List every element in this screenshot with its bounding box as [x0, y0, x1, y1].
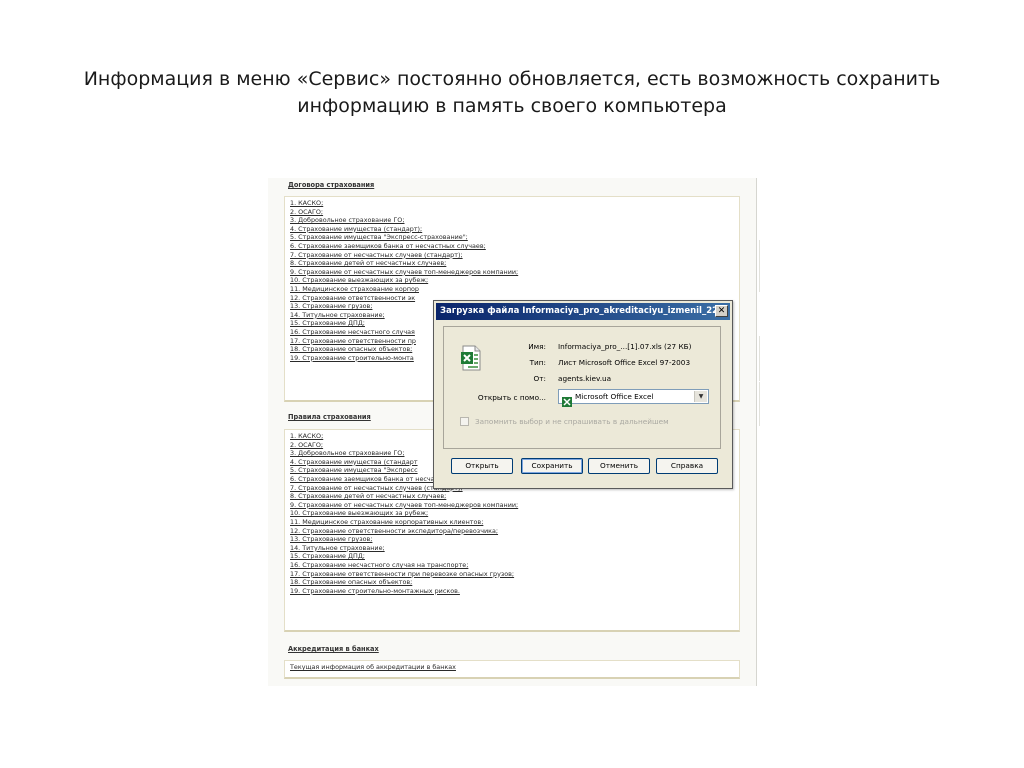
list-item[interactable]: 18. Страхование опасных объектов;: [290, 578, 739, 587]
chevron-down-icon[interactable]: ▼: [694, 391, 707, 402]
list-item[interactable]: 14. Титульное страхование;: [290, 544, 739, 553]
list-item[interactable]: 9. Страхование от несчастных случаев топ…: [290, 268, 739, 277]
list-item[interactable]: 5. Страхование имущества "Экспресс-страх…: [290, 233, 739, 242]
name-label: Имя:: [528, 342, 546, 351]
list-item[interactable]: 12. Страхование ответственности экспедит…: [290, 527, 739, 536]
list-item[interactable]: 2. ОСАГО;: [290, 208, 739, 217]
file-name-value: Informaciya_pro_...[1].07.xls (27 КБ): [558, 342, 692, 351]
list-item[interactable]: 4. Страхование имущества (стандарт);: [290, 225, 739, 234]
list-item[interactable]: 13. Страхование грузов;: [290, 535, 739, 544]
dialog-title: Загрузка файла Informaciya_pro_akreditac…: [440, 306, 728, 316]
excel-app-icon: [562, 392, 572, 411]
remember-choice-checkbox[interactable]: [460, 417, 469, 426]
remember-choice-label: Запомнить выбор и не спрашивать в дальне…: [475, 417, 669, 426]
list-item[interactable]: 9. Страхование от несчастных случаев топ…: [290, 501, 739, 510]
list-item[interactable]: 6. Страхование заемщиков банка от несчас…: [290, 242, 739, 251]
list-item[interactable]: 8. Страхование детей от несчастных случа…: [290, 492, 739, 501]
list-item[interactable]: 17. Страхование ответственности при пере…: [290, 570, 739, 579]
list-item[interactable]: 19. Страхование строительно-монтажных ри…: [290, 587, 739, 596]
list-item[interactable]: 10. Страхование выезжающих за рубеж;: [290, 509, 739, 518]
cancel-button[interactable]: Отменить: [588, 458, 650, 474]
file-source-value: agents.kiev.ua: [558, 374, 612, 383]
slide-title-line-2: информацию в память своего компьютера: [297, 95, 727, 117]
right-edge-line: [759, 382, 760, 426]
list-item[interactable]: Текущая информация об аккредитации в бан…: [290, 663, 739, 672]
section-title-accreditation[interactable]: Аккредитация в банках: [288, 645, 379, 653]
type-label: Тип:: [529, 358, 546, 367]
list-item[interactable]: 3. Добровольное страхование ГО;: [290, 216, 739, 225]
section-title-contracts[interactable]: Договора страхования: [288, 181, 374, 189]
file-download-dialog: Загрузка файла Informaciya_pro_akreditac…: [433, 300, 733, 489]
close-icon[interactable]: ✕: [715, 305, 728, 317]
open-with-label: Открыть с помо...: [477, 393, 546, 402]
list-item[interactable]: 10. Страхование выезжающих за рубеж;: [290, 276, 739, 285]
list-item[interactable]: 16. Страхование несчастного случая на тр…: [290, 561, 739, 570]
right-edge-line: [759, 240, 760, 292]
list-item[interactable]: 15. Страхование ДПД;: [290, 552, 739, 561]
dialog-titlebar[interactable]: Загрузка файла Informaciya_pro_akreditac…: [436, 303, 730, 320]
section-title-rules[interactable]: Правила страхования: [288, 413, 371, 421]
list-item[interactable]: 11. Медицинское страхование корпоративны…: [290, 518, 739, 527]
save-button[interactable]: Сохранить: [521, 458, 583, 474]
accreditation-list: Текущая информация об аккредитации в бан…: [285, 661, 739, 672]
list-item[interactable]: 7. Страхование от несчастных случаев (ст…: [290, 251, 739, 260]
help-button[interactable]: Справка: [656, 458, 718, 474]
accreditation-box: Текущая информация об аккредитации в бан…: [284, 660, 740, 679]
list-item[interactable]: 11. Медицинское страхование корпор: [290, 285, 739, 294]
slide-title: Информация в меню «Сервис» постоянно обн…: [60, 66, 964, 120]
list-item[interactable]: 8. Страхование детей от несчастных случа…: [290, 259, 739, 268]
from-label: От:: [533, 374, 546, 383]
open-button[interactable]: Открыть: [451, 458, 513, 474]
open-with-select[interactable]: Microsoft Office Excel ▼: [558, 389, 709, 407]
list-item[interactable]: 1. КАСКО;: [290, 199, 739, 208]
right-edge-line: [759, 336, 760, 381]
open-with-value: Microsoft Office Excel: [575, 392, 654, 401]
page-right-border: [756, 178, 757, 686]
slide-title-line-1: Информация в меню «Сервис» постоянно обн…: [83, 68, 941, 90]
file-type-value: Лист Microsoft Office Excel 97-2003: [558, 358, 691, 367]
